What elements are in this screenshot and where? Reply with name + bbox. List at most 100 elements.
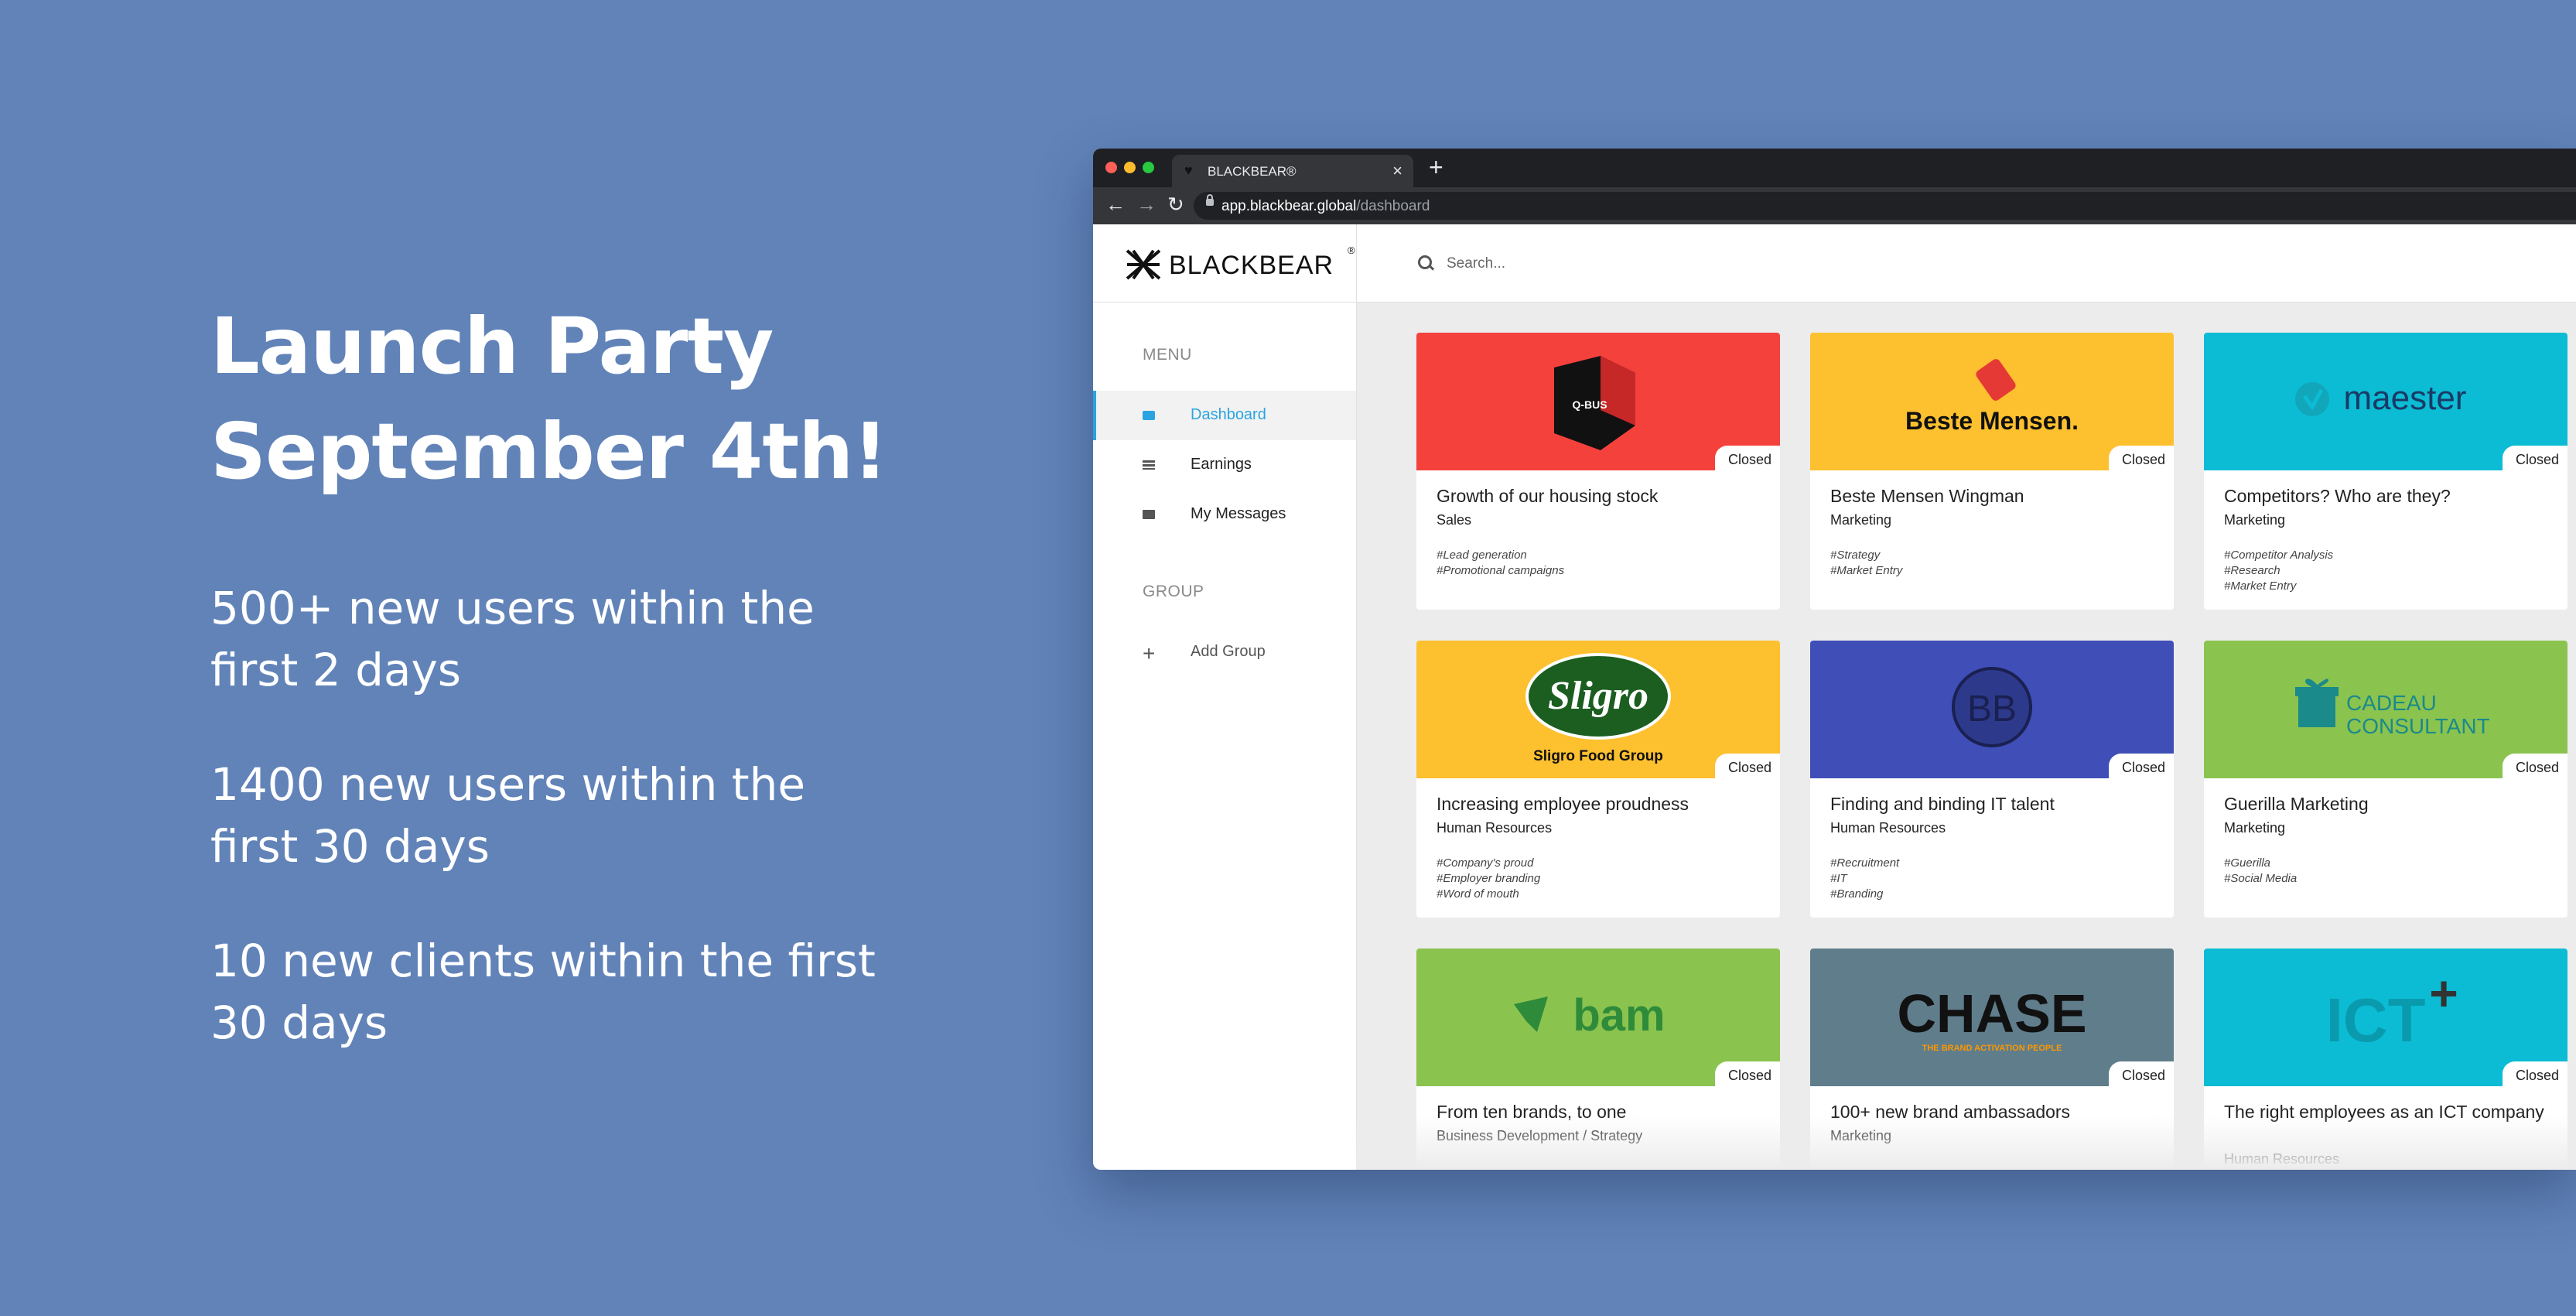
project-card[interactable]: Beste Mensen. Closed Beste Mensen Wingma… — [1810, 333, 2174, 610]
card-category: Sales — [1437, 512, 1472, 528]
status-text: Closed — [2515, 1068, 2559, 1083]
menu-heading: MENU — [1143, 346, 1192, 364]
brand-logo-text: Sligro — [1548, 674, 1648, 718]
search-input[interactable] — [1445, 249, 1912, 279]
card-title: From ten brands, to one — [1437, 1102, 1627, 1122]
favicon-icon: ♥ — [1184, 162, 1193, 178]
brand-logo-subtext: Sligro Food Group — [1533, 748, 1663, 764]
address-bar[interactable]: app.blackbear.global/dashboard — [1194, 192, 2576, 220]
project-card[interactable]: Sligro Sligro Food Group Closed Increasi… — [1416, 641, 1780, 918]
status-text: Closed — [2515, 760, 2559, 775]
card-tag: #Guerilla — [2224, 856, 2271, 870]
status-badge: Closed — [2503, 1061, 2567, 1086]
card-tags: #Guerilla #Social Media — [2224, 856, 2297, 887]
brand-logo-text: BB — [1967, 689, 2017, 730]
card-category: Marketing — [2224, 512, 2286, 528]
project-card[interactable]: ICT + Closed The right employees as an I… — [2204, 949, 2567, 1170]
project-card[interactable]: bam Closed From ten brands, to one Busin… — [1416, 949, 1780, 1170]
sidebar-item-label: Dashboard — [1191, 406, 1266, 423]
sidebar-item-dashboard[interactable]: Dashboard — [1093, 391, 1356, 440]
header-divider — [1356, 224, 1357, 302]
status-badge: Closed — [1715, 446, 1780, 470]
card-tag: #Company's proud — [1437, 856, 1534, 870]
sidebar-item-earnings[interactable]: Earnings — [1093, 440, 1356, 490]
status-badge: Closed — [2109, 754, 2174, 778]
status-badge: Closed — [2109, 446, 2174, 470]
close-window-button[interactable] — [1105, 162, 1117, 173]
card-tag: #Word of mouth — [1437, 887, 1519, 901]
brand-logo-subtext: THE BRAND ACTIVATION PEOPLE — [1922, 1044, 2062, 1053]
hero-title: Launch Party September 4th! — [210, 301, 888, 497]
card-title: Increasing employee proudness — [1437, 794, 1689, 814]
brand-logo-text: CHASE — [1897, 983, 2086, 1044]
project-card[interactable]: BB Closed Finding and binding IT talent … — [1810, 641, 2174, 918]
tab-title: BLACKBEAR® — [1208, 164, 1297, 179]
group-heading: GROUP — [1143, 583, 1204, 600]
brand-logo-mark: + — [2429, 966, 2458, 1021]
envelope-icon — [1143, 510, 1155, 519]
briefcase-icon — [1143, 411, 1155, 420]
status-text: Closed — [2121, 760, 2165, 775]
card-tag: #Employer branding — [1437, 872, 1541, 885]
status-badge: Closed — [2109, 1061, 2174, 1086]
back-icon[interactable]: ← — [1105, 193, 1126, 217]
sidebar-item-label: My Messages — [1191, 505, 1286, 522]
project-card[interactable]: CADEAU CONSULTANT Closed Guerilla Market… — [2204, 641, 2567, 918]
close-tab-icon[interactable]: × — [1392, 161, 1402, 181]
brand-logo-text: bam — [1573, 990, 1665, 1041]
minimize-window-button[interactable] — [1124, 162, 1136, 173]
status-badge: Closed — [2503, 446, 2567, 470]
logo-text: BLACKBEAR — [1169, 251, 1334, 280]
browser-toolbar: ← → ↻ app.blackbear.global/dashboard — [1093, 187, 2576, 224]
brand-logo-text: Beste Mensen. — [1905, 407, 2079, 435]
card-title: 100+ new brand ambassadors — [1830, 1102, 2071, 1122]
reload-icon[interactable]: ↻ — [1167, 193, 1184, 217]
lock-icon — [1206, 194, 1214, 206]
add-group-label: Add Group — [1191, 643, 1266, 660]
status-text: Closed — [1727, 452, 1771, 467]
sidebar-item-my-messages[interactable]: My Messages — [1093, 490, 1356, 539]
project-card[interactable]: CHASE THE BRAND ACTIVATION PEOPLE Closed… — [1810, 949, 2174, 1170]
card-tag: #Branding — [1830, 887, 1884, 901]
brand-logo-text: Q-BUS — [1572, 398, 1607, 411]
card-tag: #Strategy — [1830, 549, 1881, 562]
card-tags: #Recruitment #IT #Branding — [1830, 856, 1899, 902]
plus-icon: + — [1143, 641, 1156, 665]
brand-logo-text: ICT — [2326, 986, 2426, 1055]
card-title: The right employees as an ICT company — [2224, 1102, 2544, 1122]
hero-stat: 500+ new users within the first 2 days — [210, 582, 815, 696]
card-title: Growth of our housing stock — [1437, 486, 1659, 506]
add-group-button[interactable]: + Add Group — [1093, 627, 1356, 677]
brand-logo-text: maester — [2344, 379, 2467, 417]
card-tag: #Market Entry — [2224, 579, 2297, 593]
card-tag: #IT — [1830, 872, 1847, 885]
status-text: Closed — [2121, 452, 2165, 467]
url-text: app.blackbear.global/dashboard — [1221, 198, 1430, 215]
new-tab-icon[interactable]: + — [1429, 153, 1443, 182]
card-tags: #Strategy #Market Entry — [1830, 548, 1902, 579]
hero-stat: 1400 new users within the first 30 days — [210, 758, 806, 873]
status-badge: Closed — [2503, 754, 2567, 778]
card-category: Marketing — [2224, 820, 2286, 836]
card-tag: #Research — [2224, 564, 2280, 577]
app-header: BLACKBEAR ® — [1093, 224, 2576, 303]
card-category: Marketing — [1830, 1128, 1892, 1143]
sidebar-item-label: Earnings — [1191, 456, 1252, 473]
stack-icon — [1143, 460, 1155, 470]
browser-tab[interactable]: ♥ BLACKBEAR® × — [1172, 155, 1413, 187]
card-title: Beste Mensen Wingman — [1830, 486, 2024, 506]
card-title: Competitors? Who are they? — [2224, 486, 2451, 506]
maximize-window-button[interactable] — [1143, 162, 1154, 173]
forward-icon[interactable]: → — [1136, 193, 1156, 217]
tab-bar: ♥ BLACKBEAR® × + — [1093, 149, 2576, 187]
logo-registered-mark: ® — [1348, 244, 1355, 256]
card-tag: #Promotional campaigns — [1437, 564, 1565, 577]
card-tag: #Social Media — [2224, 872, 2298, 885]
project-card[interactable]: Q-BUS Closed Growth of our housing stock… — [1416, 333, 1780, 610]
status-text: Closed — [2121, 1068, 2165, 1083]
card-category: Human Resources — [2224, 1151, 2340, 1167]
card-tag: #Lead generation — [1437, 549, 1527, 562]
project-card[interactable]: maester Closed Competitors? Who are they… — [2204, 333, 2567, 610]
card-tag: #Market Entry — [1830, 564, 1903, 577]
card-tags: #Lead generation #Promotional campaigns — [1437, 548, 1564, 579]
